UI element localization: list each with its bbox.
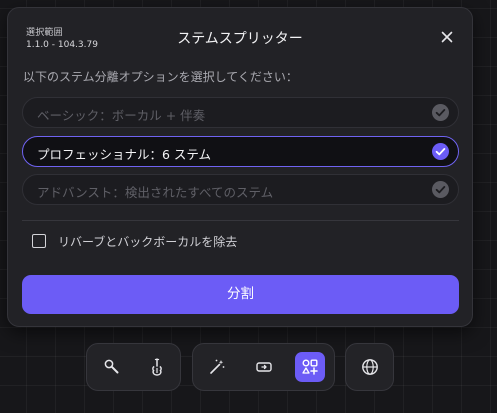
globe-icon [362,359,378,375]
remove-reverb-label: リバーブとバックボーカルを除去 [58,235,238,249]
check-circle-icon [432,104,449,121]
tool-microphone[interactable] [97,352,127,382]
close-button[interactable] [438,28,456,46]
swap-icon [256,362,272,372]
close-icon [441,31,453,43]
remove-reverb-checkbox[interactable] [32,234,46,248]
magic-wand-icon [210,359,225,374]
divider [22,220,459,221]
split-button[interactable]: 分割 [22,275,459,314]
microphone-icon [104,359,119,374]
stem-splitter-dialog: 選択範囲 1.1.0 - 104.3.79 ステムスプリッター 以下のステム分離… [7,7,473,327]
guitar-icon [152,358,162,376]
option-professional[interactable]: プロフェッショナル：6 ステム [22,136,459,167]
tool-swap[interactable] [249,352,279,382]
dialog-title: ステムスプリッター [177,31,303,47]
toolbar-group-instruments [86,343,181,391]
shapes-add-icon [302,359,318,375]
tool-globe[interactable] [355,352,385,382]
option-advanced[interactable]: アドバンスト：検出されたすべてのステム [22,174,459,205]
toolbar-group-global [345,343,394,391]
option-advanced-label: アドバンスト：検出されたすべてのステム [37,185,274,200]
tool-shapes-add[interactable] [295,352,325,382]
check-circle-icon [432,143,449,160]
tool-magic-wand[interactable] [202,352,232,382]
option-professional-label: プロフェッショナル：6 ステム [37,147,212,162]
instruction-text: 以下のステム分離オプションを選択してください： [23,70,298,84]
toolbar-group-effects [192,343,335,391]
option-basic-label: ベーシック：ボーカル + 伴奏 [37,108,206,123]
tool-guitar[interactable] [142,352,172,382]
check-circle-icon [432,181,449,198]
option-basic[interactable]: ベーシック：ボーカル + 伴奏 [22,97,459,128]
